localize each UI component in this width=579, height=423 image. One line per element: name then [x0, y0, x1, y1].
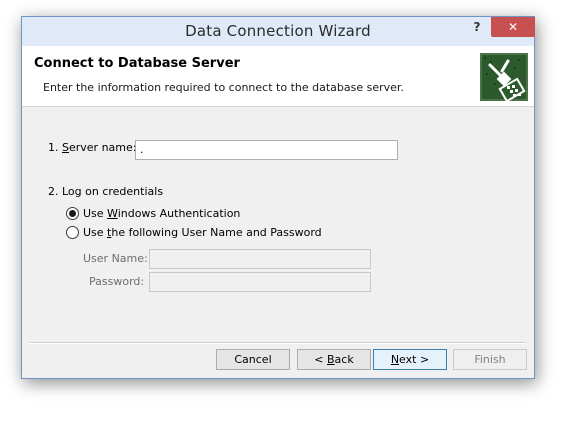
finish-button[interactable]: Finish: [453, 349, 527, 370]
data-connection-wizard-dialog: Data Connection Wizard ? ✕ Connect to Da…: [21, 16, 535, 379]
username-label: User Name:: [83, 252, 148, 265]
help-button[interactable]: ?: [466, 18, 488, 38]
wizard-header: Connect to Database Server Enter the inf…: [22, 46, 534, 107]
close-icon: ✕: [507, 20, 519, 34]
username-input[interactable]: [149, 249, 371, 269]
next-button[interactable]: Next >: [373, 349, 447, 370]
username-password-radio[interactable]: [66, 226, 79, 239]
username-password-label[interactable]: Use the following User Name and Password: [83, 226, 322, 239]
footer-divider: [30, 342, 526, 344]
close-button[interactable]: ✕: [491, 17, 535, 37]
database-server-connect-icon: [480, 53, 528, 101]
windows-auth-radio[interactable]: [66, 207, 79, 220]
windows-auth-label[interactable]: Use Windows Authentication: [83, 207, 240, 220]
cancel-button[interactable]: Cancel: [216, 349, 290, 370]
password-label: Password:: [89, 275, 145, 288]
credentials-label: 2. Log on credentials: [48, 185, 164, 198]
server-name-label: 1. Server name:: [48, 141, 137, 154]
page-description: Enter the information required to connec…: [43, 81, 404, 94]
window-title: Data Connection Wizard: [185, 22, 371, 40]
server-name-input[interactable]: .: [135, 140, 398, 160]
password-input[interactable]: [149, 272, 371, 292]
back-button[interactable]: < Back: [297, 349, 371, 370]
page-title: Connect to Database Server: [34, 56, 240, 71]
title-bar[interactable]: Data Connection Wizard ? ✕: [22, 17, 535, 47]
